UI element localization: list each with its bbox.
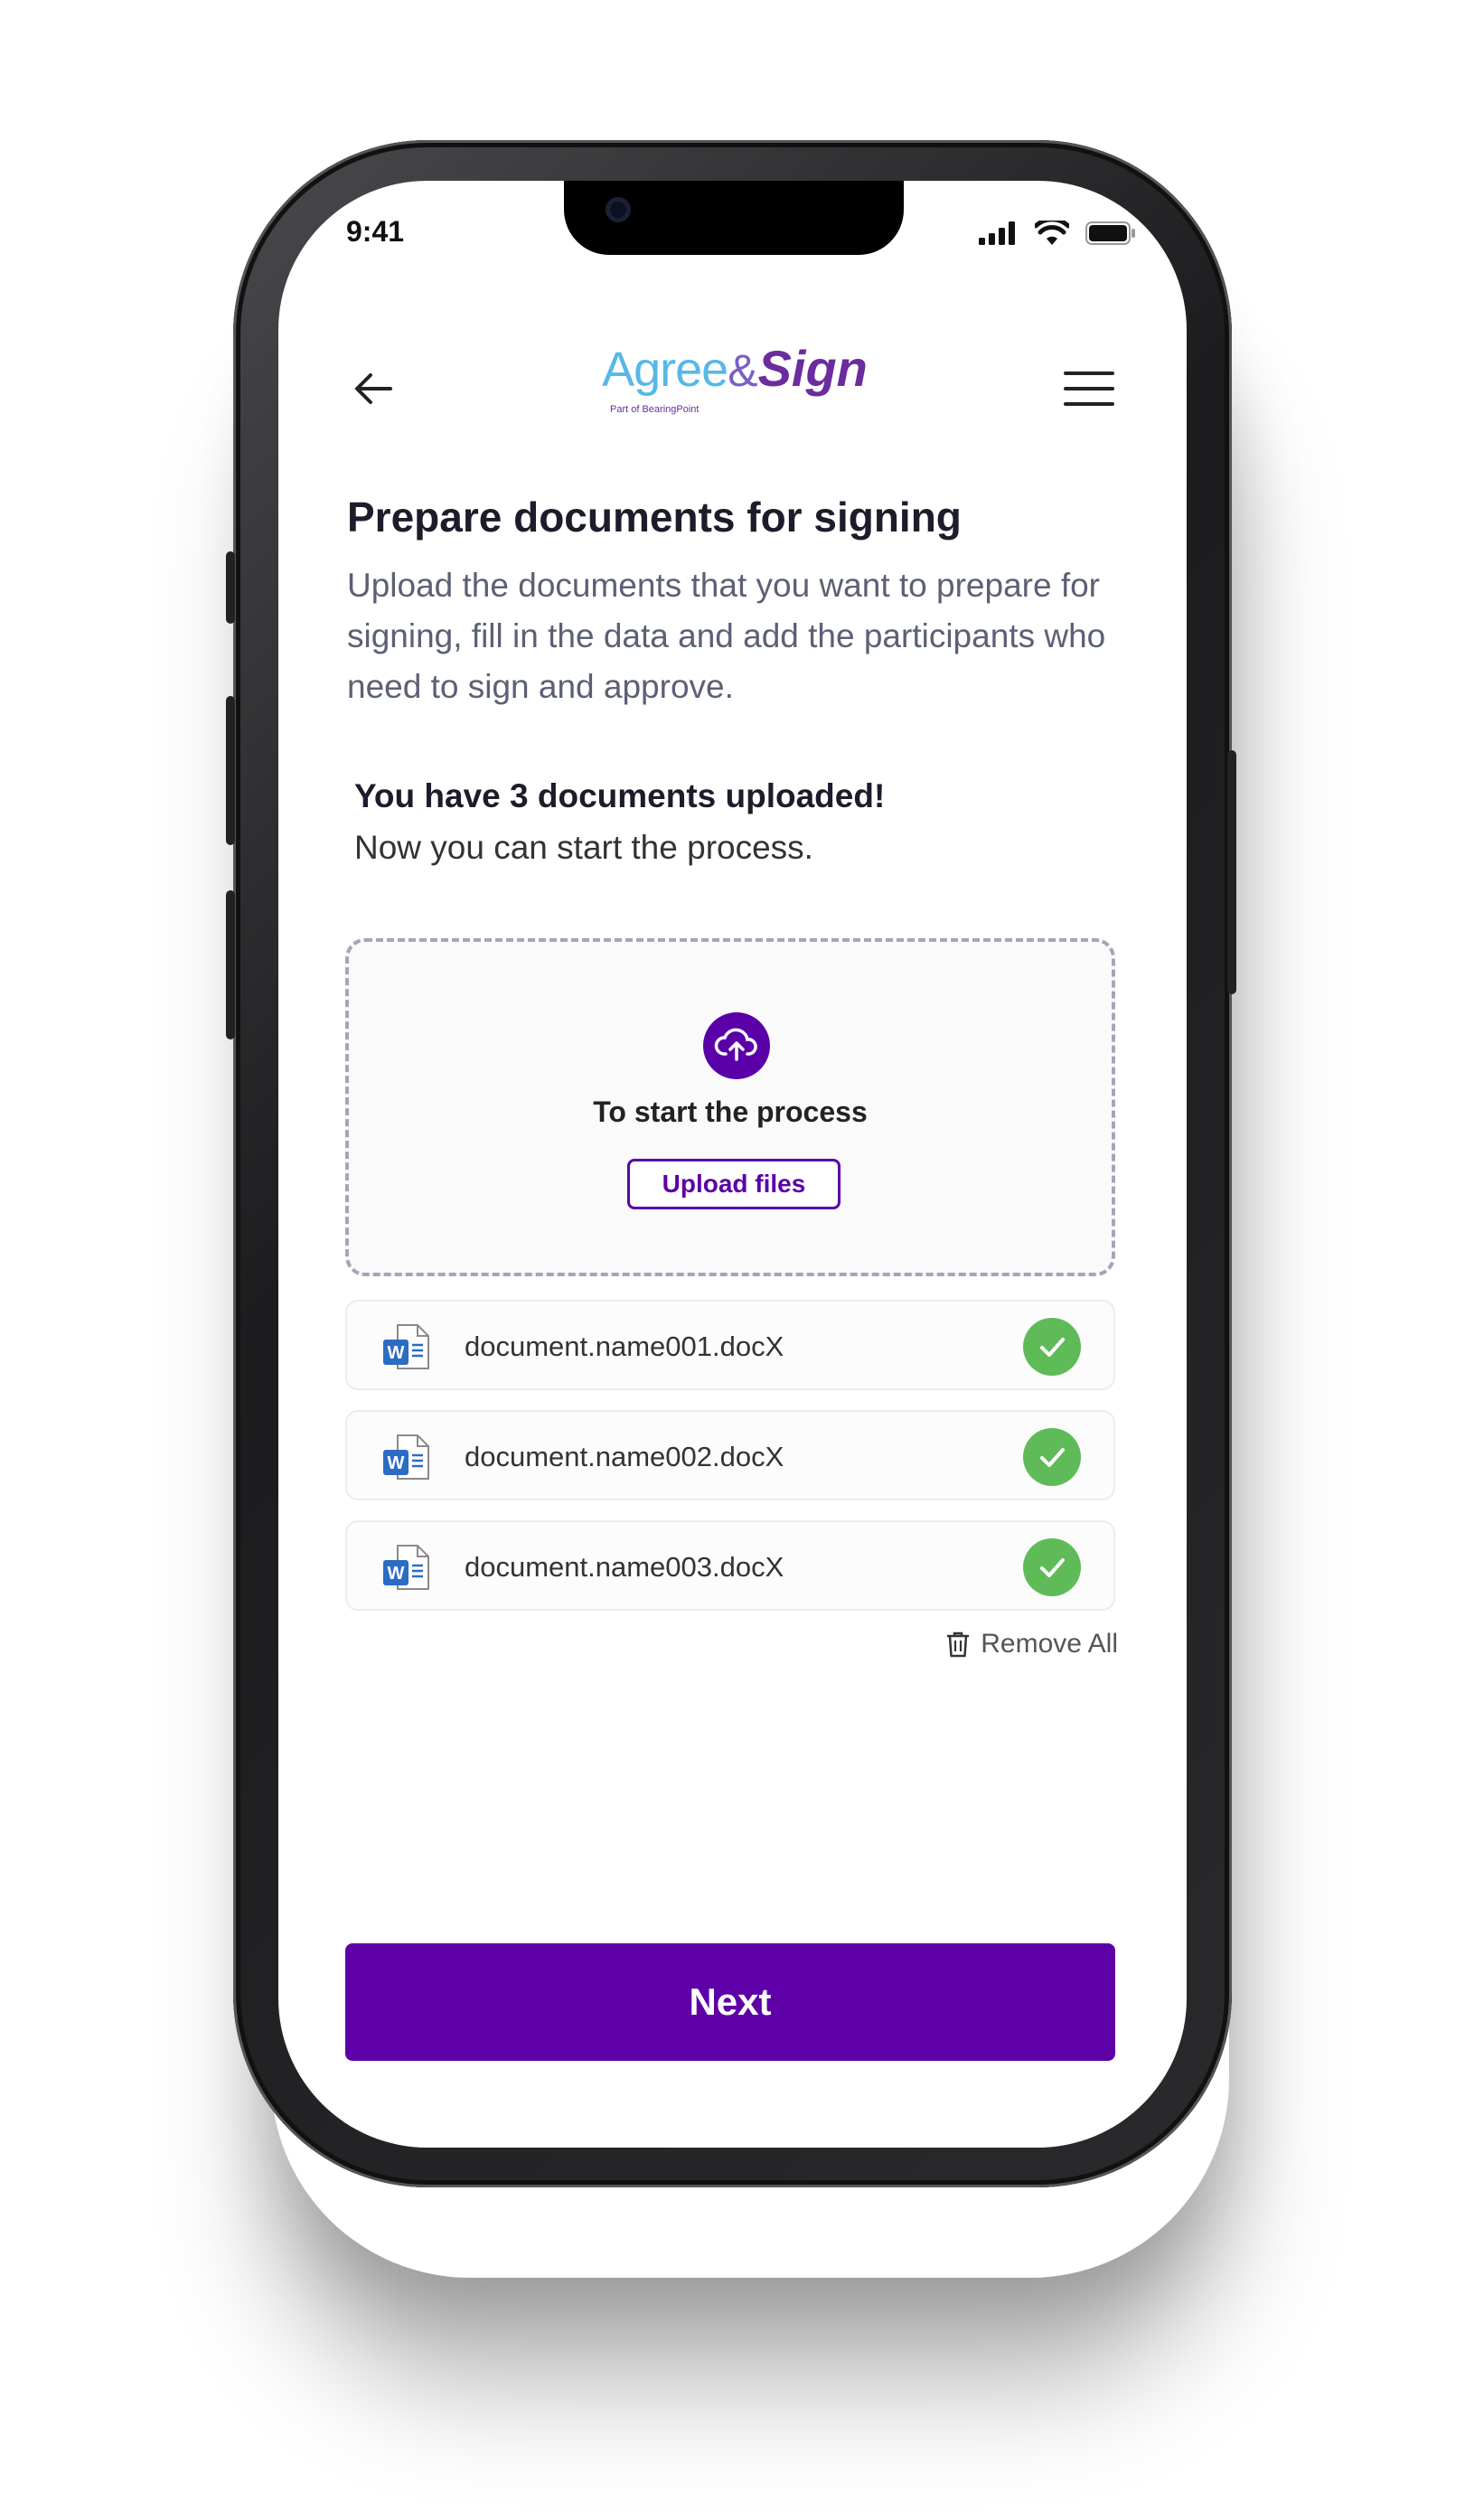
phone-power-button bbox=[1227, 750, 1236, 994]
uploaded-count-message: You have 3 documents uploaded! bbox=[354, 777, 886, 814]
battery-icon bbox=[1085, 221, 1135, 245]
trash-icon bbox=[947, 1631, 970, 1658]
status-icons bbox=[979, 221, 1136, 246]
file-list: W document.name001.docX W document.name0… bbox=[345, 1300, 1115, 1631]
file-name: document.name002.docX bbox=[465, 1441, 784, 1472]
file-name: document.name003.docX bbox=[465, 1551, 784, 1583]
wifi-icon bbox=[1035, 221, 1069, 245]
check-circle-icon bbox=[1023, 1318, 1081, 1376]
status-time: 9:41 bbox=[346, 215, 405, 248]
phone-volume-up bbox=[226, 696, 235, 845]
word-document-icon: W bbox=[383, 1434, 429, 1480]
page-title: Prepare documents for signing bbox=[347, 494, 962, 541]
file-item[interactable]: W document.name003.docX bbox=[345, 1520, 1115, 1611]
hamburger-menu-icon[interactable] bbox=[1064, 366, 1114, 411]
check-circle-icon bbox=[1023, 1538, 1081, 1596]
word-document-icon: W bbox=[383, 1545, 429, 1590]
next-step-message: Now you can start the process. bbox=[354, 829, 813, 866]
logo-subtitle: Part of BearingPoint bbox=[610, 404, 700, 415]
back-arrow-icon[interactable] bbox=[351, 366, 396, 411]
remove-all-label: Remove All bbox=[981, 1629, 1118, 1659]
file-dropzone[interactable]: To start the process Upload files bbox=[345, 938, 1115, 1276]
logo-sign: Sign bbox=[757, 340, 868, 397]
svg-text:W: W bbox=[388, 1343, 405, 1363]
camera-icon bbox=[606, 197, 631, 222]
logo-ampersand: & bbox=[728, 345, 758, 396]
phone-mute-switch bbox=[226, 551, 235, 624]
app-header: Agree&Sign Part of BearingPoint bbox=[278, 339, 1187, 438]
logo-agree: Agree bbox=[602, 343, 728, 397]
page-description: Upload the documents that you want to pr… bbox=[347, 567, 1106, 705]
file-item[interactable]: W document.name001.docX bbox=[345, 1300, 1115, 1390]
dropzone-prompt: To start the process bbox=[593, 1095, 868, 1128]
file-item[interactable]: W document.name002.docX bbox=[345, 1410, 1115, 1500]
signal-icon bbox=[979, 221, 1015, 245]
phone-volume-down bbox=[226, 890, 235, 1039]
app-screen: 9:41 Agree&Sign Part of BearingPoint Pre… bbox=[278, 181, 1187, 2148]
check-circle-icon bbox=[1023, 1428, 1081, 1486]
next-button[interactable]: Next bbox=[345, 1943, 1115, 2061]
notch bbox=[564, 181, 904, 255]
cloud-upload-icon bbox=[703, 1012, 770, 1079]
svg-text:W: W bbox=[388, 1453, 405, 1473]
file-name: document.name001.docX bbox=[465, 1331, 784, 1362]
word-document-icon: W bbox=[383, 1324, 429, 1369]
agree-sign-logo: Agree&Sign Part of BearingPoint bbox=[599, 339, 870, 438]
svg-text:W: W bbox=[388, 1564, 405, 1584]
upload-files-button[interactable]: Upload files bbox=[627, 1159, 840, 1209]
remove-all-button[interactable]: Remove All bbox=[946, 1629, 1118, 1660]
